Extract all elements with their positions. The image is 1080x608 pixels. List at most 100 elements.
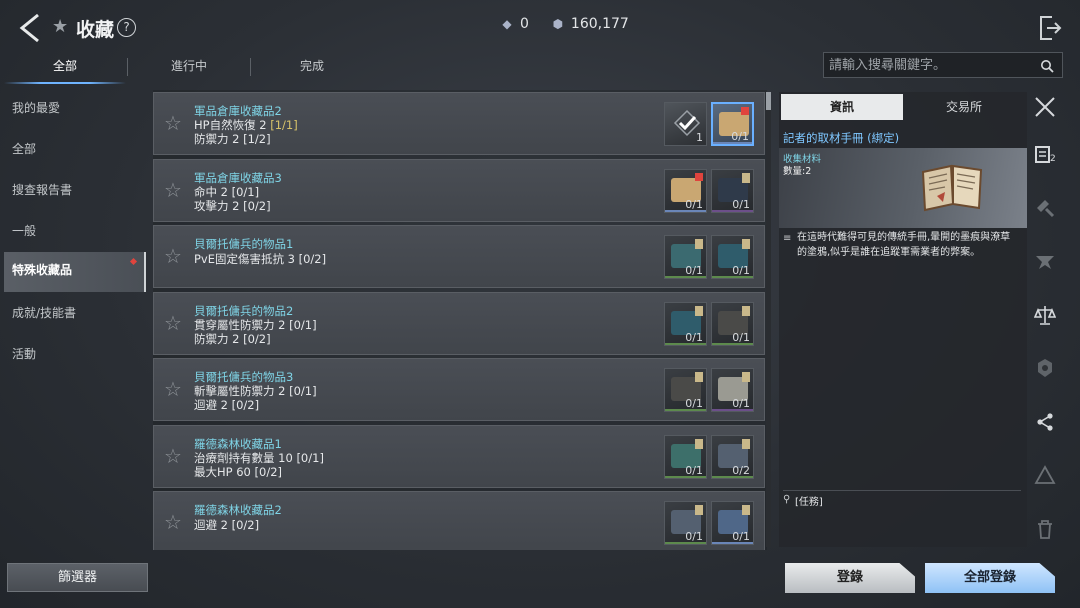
tag-badge-icon bbox=[742, 305, 750, 316]
page-title: 收藏 bbox=[76, 19, 115, 41]
favorite-star-icon[interactable]: ☆ bbox=[164, 113, 184, 133]
list-scrollbar[interactable] bbox=[766, 92, 771, 547]
item-slot[interactable]: 0/1 bbox=[664, 368, 707, 412]
stat-text: 攻擊力 2 [0/2] bbox=[194, 198, 271, 213]
tab-all[interactable]: 全部 bbox=[4, 52, 126, 84]
item-count: 0/1 bbox=[732, 197, 750, 211]
favorite-star-icon[interactable]: ☆ bbox=[164, 180, 184, 200]
tag-badge-icon bbox=[742, 505, 750, 515]
sidebar-item-favorites[interactable]: 我的最愛 bbox=[4, 90, 146, 130]
item-slot[interactable]: 0/1 bbox=[664, 301, 707, 346]
close-icon[interactable] bbox=[1034, 96, 1056, 118]
item-quantity: 數量:2 bbox=[783, 166, 812, 177]
collection-row[interactable]: ☆ 貝爾托傭兵的物品2 貫穿屬性防禦力 2 [0/1] 防禦力 2 [0/2] 0/1 0… bbox=[153, 291, 765, 355]
item-slot[interactable]: 0/1 bbox=[711, 301, 754, 346]
favorite-star-icon[interactable]: ☆ bbox=[164, 379, 184, 399]
alert-icon[interactable] bbox=[1034, 464, 1056, 486]
register-all-button[interactable]: 全部登錄 bbox=[925, 563, 1055, 593]
row-items: 0/1 0/1 bbox=[664, 168, 754, 213]
row-stat: 最大HP 60 [0/2] bbox=[194, 464, 282, 480]
row-title: 貝爾托傭兵的物品1 bbox=[194, 237, 294, 251]
tag-badge-icon bbox=[742, 372, 750, 382]
gear-icon[interactable] bbox=[1034, 357, 1056, 379]
favorite-star-icon[interactable]: ☆ bbox=[164, 313, 184, 333]
currency-bar: ◆ 0 ⬢ 160,177 bbox=[500, 16, 629, 32]
tab-info[interactable]: 資訊 bbox=[781, 94, 903, 120]
currency-b-value: 160,177 bbox=[570, 16, 629, 32]
item-slot[interactable]: 1 bbox=[664, 102, 707, 146]
item-slot[interactable]: 0/1 bbox=[711, 501, 754, 545]
item-slot[interactable]: 0/1 bbox=[711, 168, 754, 213]
item-slot[interactable]: 0/1 bbox=[711, 368, 754, 412]
favorite-star-icon[interactable]: ☆ bbox=[164, 512, 184, 532]
share-icon[interactable] bbox=[1034, 411, 1056, 433]
sidebar-item-achievements[interactable]: 成就/技能書 bbox=[4, 295, 146, 335]
divider bbox=[783, 490, 1021, 491]
search-input[interactable] bbox=[824, 53, 1032, 77]
register-button[interactable]: 登錄 bbox=[785, 563, 915, 593]
star-icon[interactable]: ★ bbox=[52, 18, 70, 36]
stat-text: 迴避 2 [0/2] bbox=[194, 518, 260, 532]
shield-coin-icon: ⬢ bbox=[552, 17, 564, 31]
sidebar-item-events[interactable]: 活動 bbox=[4, 336, 146, 376]
item-slot[interactable]: 0/2 bbox=[711, 434, 754, 479]
row-stat: 防禦力 2 [1/2] bbox=[194, 131, 271, 147]
description-icon: ≡ bbox=[783, 233, 792, 244]
row-items: 0/1 0/1 bbox=[664, 235, 754, 279]
help-icon[interactable]: ? bbox=[117, 18, 136, 37]
row-stat: 迴避 2 [0/2] bbox=[194, 397, 259, 413]
heart-badge-icon bbox=[695, 172, 703, 181]
scale-icon[interactable] bbox=[1033, 304, 1057, 326]
item-count: 0/1 bbox=[685, 264, 703, 277]
sidebar-item-special[interactable]: 特殊收藏品 bbox=[4, 252, 146, 292]
detail-panel: 資訊 交易所 記者的取材手冊 (綁定) 收集材料 數量:2 ≡ 在這時代難得可見… bbox=[779, 92, 1027, 547]
tab-in-progress[interactable]: 進行中 bbox=[128, 52, 250, 82]
map-marker-icon[interactable] bbox=[1034, 250, 1056, 272]
item-slot[interactable]: 0/1 bbox=[664, 235, 707, 279]
tab-exchange[interactable]: 交易所 bbox=[903, 94, 1025, 120]
inventory-icon[interactable]: 2 bbox=[1034, 144, 1056, 166]
row-items: 0/1 0/1 bbox=[664, 301, 754, 346]
row-stat: 迴避 2 [0/2] bbox=[194, 517, 259, 533]
sidebar-item-general[interactable]: 一般 bbox=[4, 213, 146, 253]
tag-badge-icon bbox=[695, 305, 703, 316]
mission-source[interactable]: [任務] bbox=[795, 493, 823, 508]
collection-row[interactable]: ☆ 貝爾托傭兵的物品1 PvE固定傷害抵抗 3 [0/2] 0/1 0/1 bbox=[153, 225, 765, 288]
item-slot[interactable]: 0/1 bbox=[711, 102, 754, 146]
collection-row[interactable]: ☆ 貝爾托傭兵的物品3 斬擊屬性防禦力 2 [0/1] 迴避 2 [0/2] 0/1 0/… bbox=[153, 358, 765, 421]
row-stat: 防禦力 2 [0/2] bbox=[194, 331, 271, 347]
collection-row[interactable]: ☆ 軍品倉庫收藏品2 HP自然恢復 2 [1/1] 防禦力 2 [1/2] 1 0/1 bbox=[153, 92, 765, 155]
item-count: 0/2 bbox=[732, 463, 750, 477]
trash-icon[interactable] bbox=[1034, 518, 1056, 540]
search-box bbox=[823, 52, 1063, 78]
exit-icon[interactable] bbox=[1038, 14, 1062, 42]
tag-badge-icon bbox=[695, 372, 703, 382]
item-count: 0/1 bbox=[685, 397, 703, 410]
item-slot[interactable]: 0/1 bbox=[711, 235, 754, 279]
item-count: 0/1 bbox=[732, 530, 750, 543]
collection-row[interactable]: ☆ 羅德森林收藏品2 迴避 2 [0/2] 0/1 0/1 bbox=[153, 491, 765, 550]
collection-row[interactable]: ☆ 軍品倉庫收藏品3 命中 2 [0/1] 攻擊力 2 [0/2] 0/1 0/1 bbox=[153, 158, 765, 222]
back-button[interactable] bbox=[16, 12, 44, 44]
item-slot[interactable]: 0/1 bbox=[664, 501, 707, 545]
row-items: 1 0/1 bbox=[664, 102, 754, 146]
item-slot[interactable]: 0/1 bbox=[664, 168, 707, 213]
search-icon[interactable] bbox=[1040, 58, 1054, 73]
sidebar-item-all[interactable]: 全部 bbox=[4, 131, 146, 171]
sidebar-item-label: 特殊收藏品 bbox=[12, 263, 73, 277]
filter-button[interactable]: 篩選器 bbox=[7, 563, 148, 592]
sidebar-item-reports[interactable]: 搜查報告書 bbox=[4, 172, 146, 212]
favorite-star-icon[interactable]: ☆ bbox=[164, 446, 184, 466]
heart-badge-icon bbox=[741, 107, 749, 115]
tag-badge-icon bbox=[742, 239, 750, 249]
collection-row[interactable]: ☆ 羅德森林收藏品1 治療劑持有數量 10 [0/1] 最大HP 60 [0/2] 0/… bbox=[153, 424, 765, 488]
item-count: 0/1 bbox=[732, 397, 750, 410]
craft-icon[interactable] bbox=[1034, 196, 1056, 218]
filter-tabs: 全部 進行中 完成 bbox=[4, 52, 364, 84]
row-items: 0/1 0/2 bbox=[664, 434, 754, 479]
favorite-star-icon[interactable]: ☆ bbox=[164, 246, 184, 266]
item-slot[interactable]: 0/1 bbox=[664, 434, 707, 479]
tab-completed[interactable]: 完成 bbox=[251, 52, 373, 82]
tag-badge-icon bbox=[742, 438, 750, 449]
scroll-thumb[interactable] bbox=[766, 92, 771, 110]
